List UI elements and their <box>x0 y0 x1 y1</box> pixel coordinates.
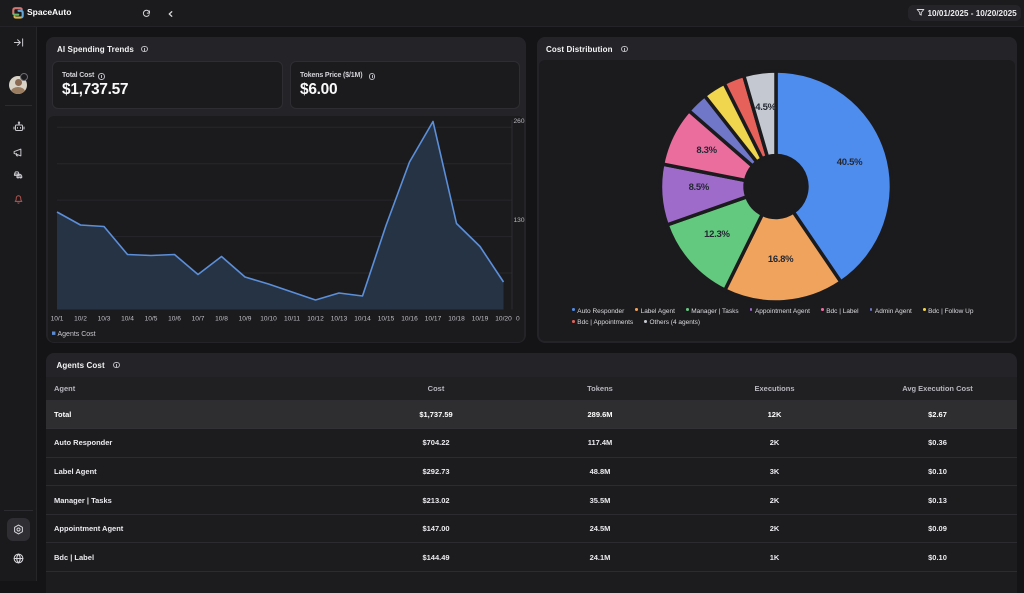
svg-text:10/15: 10/15 <box>378 315 395 322</box>
svg-text:10/4: 10/4 <box>121 315 134 322</box>
svg-text:16.8%: 16.8% <box>768 254 794 265</box>
svg-text:8.3%: 8.3% <box>696 145 717 156</box>
svg-text:10/1: 10/1 <box>51 315 64 322</box>
svg-text:Agents Cost: Agents Cost <box>58 331 96 338</box>
svg-text:10/7: 10/7 <box>192 315 205 322</box>
svg-text:0: 0 <box>516 315 520 322</box>
svg-text:10/16: 10/16 <box>401 315 418 322</box>
svg-text:10/9: 10/9 <box>239 315 252 322</box>
svg-text:40.5%: 40.5% <box>837 157 863 168</box>
svg-text:10/20: 10/20 <box>495 315 512 322</box>
svg-text:10/5: 10/5 <box>145 315 158 322</box>
svg-text:130: 130 <box>514 217 525 224</box>
svg-text:10/2: 10/2 <box>74 315 87 322</box>
svg-text:12.3%: 12.3% <box>704 229 730 240</box>
svg-text:10/6: 10/6 <box>168 315 181 322</box>
svg-text:10/19: 10/19 <box>472 315 489 322</box>
svg-text:4.5%: 4.5% <box>755 102 776 113</box>
svg-text:10/11: 10/11 <box>284 315 300 322</box>
svg-text:10/18: 10/18 <box>448 315 465 322</box>
svg-text:8.5%: 8.5% <box>689 182 710 193</box>
svg-text:10/10: 10/10 <box>260 315 277 322</box>
svg-text:10/13: 10/13 <box>331 315 348 322</box>
svg-text:10/12: 10/12 <box>307 315 324 322</box>
svg-text:10/17: 10/17 <box>425 315 442 322</box>
svg-text:10/3: 10/3 <box>98 315 111 322</box>
svg-text:260: 260 <box>514 118 525 125</box>
svg-text:10/14: 10/14 <box>354 315 371 322</box>
svg-text:10/8: 10/8 <box>215 315 228 322</box>
